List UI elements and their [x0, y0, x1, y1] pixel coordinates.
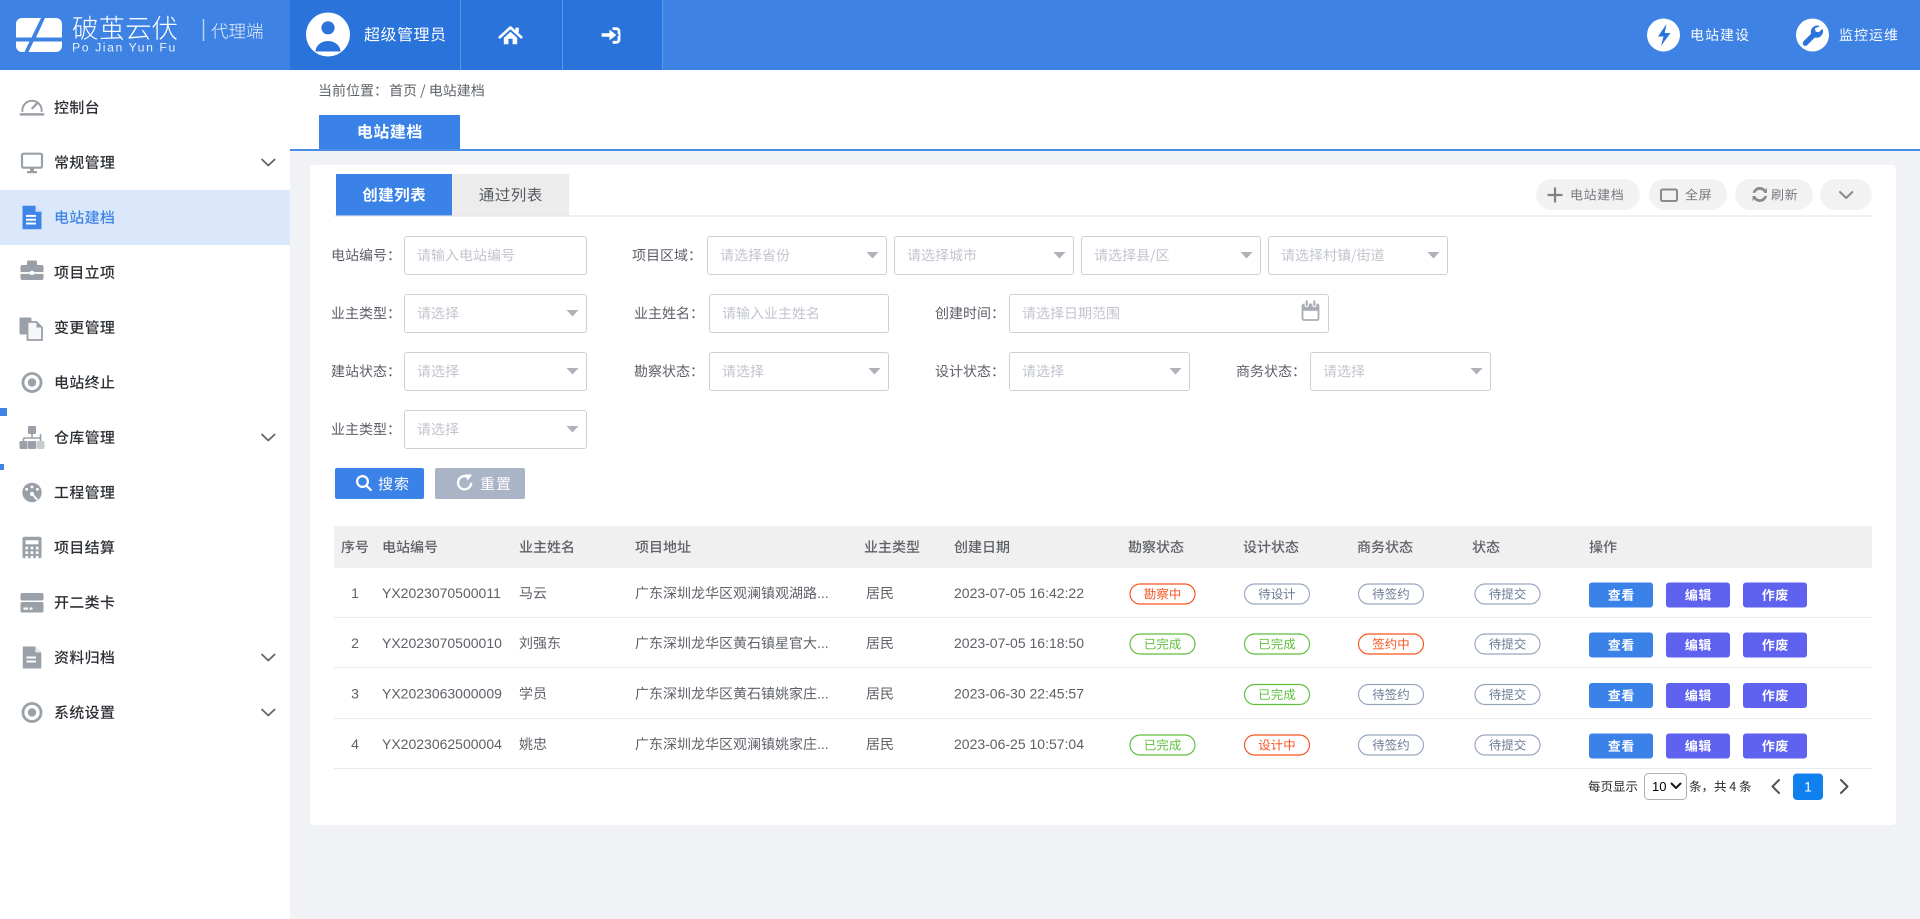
svg-text:2023-07-05 16:42:22: 2023-07-05 16:42:22 — [954, 585, 1084, 601]
svg-text:4: 4 — [351, 736, 359, 752]
svg-text:YX2023063000009: YX2023063000009 — [382, 686, 502, 702]
svg-text:...: ... — [817, 686, 829, 702]
svg-text:2: 2 — [351, 635, 359, 651]
svg-text:YX2023070500010: YX2023070500010 — [382, 635, 502, 651]
svg-text:2023-06-25 10:57:04: 2023-06-25 10:57:04 — [954, 736, 1084, 752]
svg-text:YX2023070500011: YX2023070500011 — [382, 585, 501, 601]
svg-text:...: ... — [817, 585, 829, 601]
svg-text:2023-06-30 22:45:57: 2023-06-30 22:45:57 — [954, 686, 1084, 702]
svg-text:...: ... — [817, 635, 829, 651]
svg-text:YX2023062500004: YX2023062500004 — [382, 736, 502, 752]
svg-text:1: 1 — [351, 585, 359, 601]
svg-text:...: ... — [817, 736, 829, 752]
svg-text:10: 10 — [1652, 779, 1666, 794]
svg-text:1: 1 — [1804, 780, 1812, 795]
svg-text:2023-07-05 16:18:50: 2023-07-05 16:18:50 — [954, 635, 1084, 651]
svg-text:3: 3 — [351, 686, 359, 702]
svg-text:Po Jian Yun Fu: Po Jian Yun Fu — [72, 41, 177, 55]
